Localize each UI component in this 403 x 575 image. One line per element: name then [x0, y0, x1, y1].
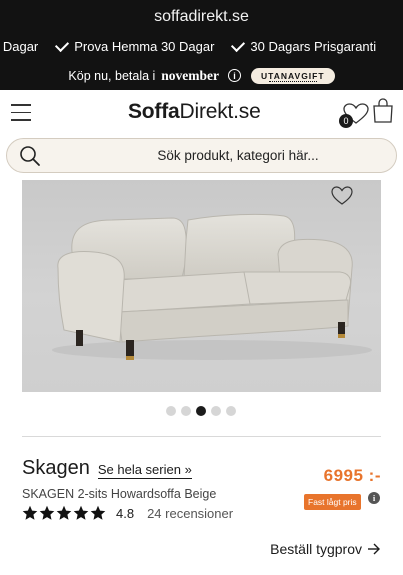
- search-icon[interactable]: [19, 145, 41, 167]
- product-subtitle: SKAGEN 2-sits Howardsoffa Beige: [22, 487, 217, 501]
- product-price: 6995 :-: [323, 466, 381, 485]
- star-icon: [39, 505, 55, 520]
- star-icon: [56, 505, 72, 520]
- wishlist-button[interactable]: 0: [339, 101, 369, 128]
- usp-label: 5 Dagar: [0, 39, 39, 54]
- sample-link-label: Beställ tygprov: [270, 541, 362, 557]
- payment-partner-badge: UTANAVGIFT: [251, 67, 335, 84]
- wishlist-count-badge: 0: [339, 114, 353, 128]
- promo-text: Köp nu, betala i: [68, 68, 156, 83]
- usp-item: Prova Hemma 30 Dagar: [55, 37, 215, 54]
- order-fabric-sample-link[interactable]: Beställ tygprov: [270, 541, 381, 557]
- price-badge: Fast lågt pris: [304, 494, 361, 510]
- carousel-dot[interactable]: [166, 406, 176, 416]
- usp-label: 30 Dagars Prisgaranti: [250, 39, 377, 54]
- info-icon[interactable]: i: [228, 69, 242, 82]
- site-logo[interactable]: SoffaDirekt.se: [128, 100, 261, 124]
- usp-item: 5 Dagar: [0, 39, 38, 54]
- divider: [22, 436, 381, 437]
- rating-row[interactable]: 4.8 24 recensioner: [22, 505, 233, 521]
- search-bar[interactable]: [6, 138, 397, 173]
- promo-highlight: november: [161, 67, 220, 83]
- star-icon: [22, 505, 38, 520]
- shopping-bag-icon: [373, 98, 393, 123]
- carousel-dots: [166, 406, 236, 416]
- product-title-row: Skagen Se hela serien »: [22, 457, 192, 480]
- product-title: Skagen: [22, 457, 90, 479]
- browser-url-bar[interactable]: soffadirekt.se: [0, 0, 403, 33]
- site-header: SoffaDirekt.se 0: [0, 90, 403, 136]
- usp-bar: 5 Dagar Prova Hemma 30 Dagar 30 Dagars P…: [0, 33, 403, 61]
- carousel-dot[interactable]: [211, 406, 221, 416]
- price-info-icon[interactable]: i: [368, 492, 380, 504]
- rating-value: 4.8: [116, 505, 135, 521]
- rating-stars: [22, 505, 106, 521]
- series-link[interactable]: Se hela serien »: [97, 462, 192, 479]
- url-text: soffadirekt.se: [154, 7, 249, 25]
- sofa-image: [52, 213, 372, 360]
- usp-label: Prova Hemma 30 Dagar: [74, 39, 215, 54]
- carousel-dot[interactable]: [196, 406, 206, 416]
- search-input[interactable]: [53, 139, 383, 172]
- promo-bar[interactable]: Köp nu, betala i november i UTANAVGIFT: [0, 61, 403, 90]
- carousel-dot[interactable]: [226, 406, 236, 416]
- check-icon: [231, 37, 246, 53]
- star-icon: [73, 505, 89, 520]
- menu-icon[interactable]: [11, 104, 31, 122]
- check-icon: [55, 37, 70, 53]
- logo-regular: Direkt.se: [179, 100, 261, 123]
- cart-button[interactable]: [372, 98, 394, 124]
- usp-item: 30 Dagars Prisgaranti: [231, 37, 377, 54]
- arrow-right-icon: [368, 543, 380, 555]
- favorite-heart-icon[interactable]: [331, 186, 353, 206]
- star-icon: [90, 505, 106, 520]
- logo-bold: Soffa: [128, 100, 180, 123]
- carousel-dot[interactable]: [181, 406, 191, 416]
- product-image[interactable]: [22, 180, 381, 392]
- reviews-link[interactable]: 24 recensioner: [147, 506, 233, 521]
